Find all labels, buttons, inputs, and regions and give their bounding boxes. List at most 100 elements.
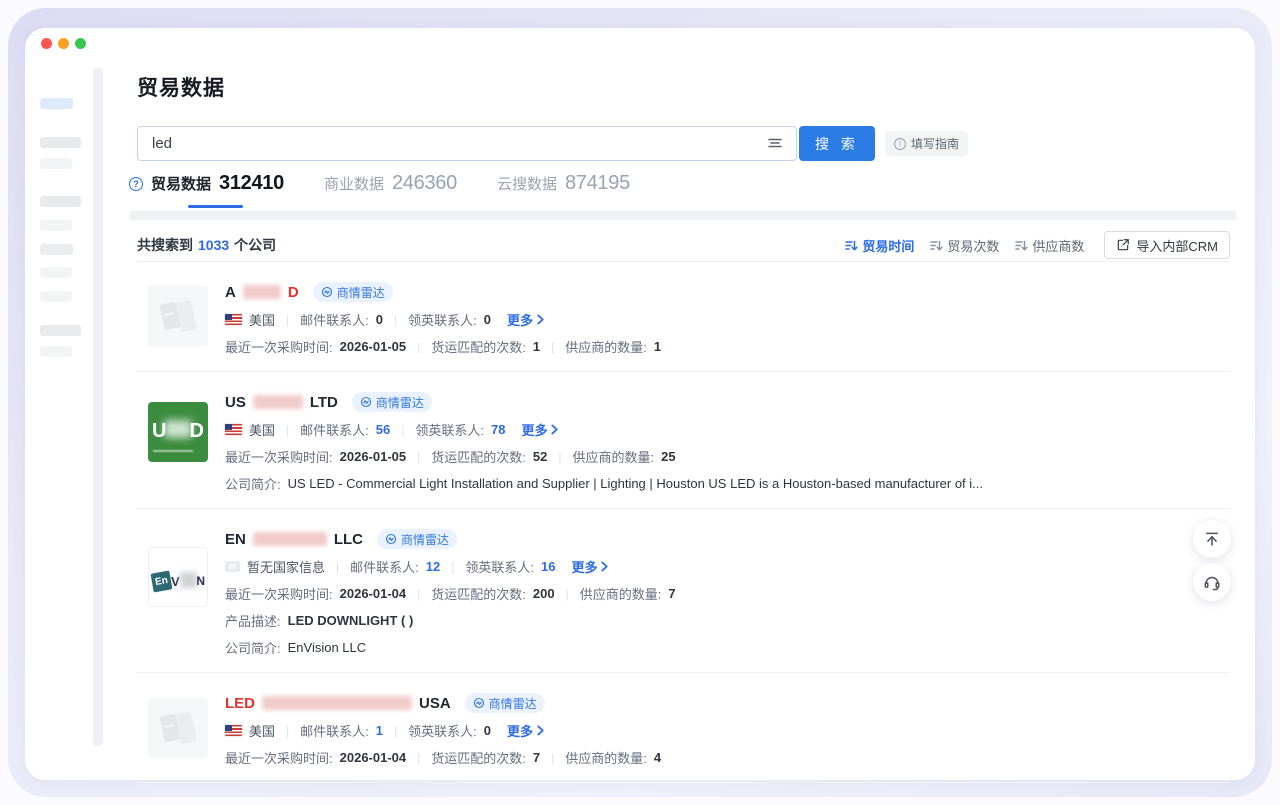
import-crm-button[interactable]: 导入内部CRM [1104,231,1230,259]
divider: | [451,560,454,574]
company-card[interactable]: A D 商情雷达 美国 | 邮件联系人: 0 | 领英联系人: 0 [137,262,1230,372]
us-flag-icon [225,314,242,325]
company-card[interactable]: LED USA 商情雷达 美国 | 邮件联系人: 1 | 领英联系人: [137,673,1230,783]
maximize-window-icon[interactable] [75,38,86,49]
company-card[interactable]: UD US LTD 商情雷达 美国 | 邮件联系人: [137,372,1230,509]
help-icon[interactable]: ? [129,177,143,191]
linkedin-contacts-count[interactable]: 0 [484,723,491,738]
linkedin-contacts-count[interactable]: 0 [484,312,491,327]
company-logo[interactable]: EnVN [148,547,208,607]
company-logo[interactable] [148,286,208,346]
supplier-count-label: 供应商的数量: [565,748,647,767]
back-to-top-button[interactable] [1193,520,1231,558]
sort-trade-time[interactable]: 贸易时间 [845,236,914,255]
sidebar-placeholder-bar[interactable] [40,137,81,148]
company-intro-label: 公司简介: [225,638,281,657]
sidebar-placeholder-bar[interactable] [40,244,73,255]
divider: | [551,340,554,354]
no-flag-icon [225,561,240,572]
linkedin-contacts-count[interactable]: 16 [541,559,555,574]
fill-guide-link[interactable]: i 填写指南 [885,131,968,156]
company-country: 美国 [225,310,275,329]
sidebar-placeholder-bar[interactable] [40,220,72,231]
page-title: 贸易数据 [137,72,225,102]
company-name-suffix[interactable]: LTD [310,394,338,411]
tab-cloud-search-data[interactable]: 云搜数据 874195 [497,172,630,195]
divider: | [558,450,561,464]
tab-trade-data[interactable]: ? 贸易数据 312410 [129,172,284,195]
linkedin-contacts-label: 领英联系人: [415,420,484,439]
freight-match-label: 货运匹配的次数: [431,447,526,466]
supplier-count-label: 供应商的数量: [572,447,654,466]
company-intro-value: EnVision LLC [288,640,367,655]
divider: | [417,450,420,464]
radar-icon [385,533,397,545]
company-name-suffix[interactable]: D [288,284,299,301]
sort-supplier-count[interactable]: 供应商数 [1015,236,1084,255]
divider: | [286,423,289,437]
last-purchase-value: 2026-01-04 [340,750,407,765]
sidebar-placeholder-bar[interactable] [40,291,72,302]
company-logo[interactable]: UD [148,402,208,462]
radar-badge-label: 商情雷达 [401,531,449,548]
more-link[interactable]: 更多 [521,420,559,439]
fill-guide-label: 填写指南 [911,135,959,152]
supplier-count-value: 4 [654,750,661,765]
more-link[interactable]: 更多 [571,557,609,576]
radar-badge[interactable]: 商情雷达 [465,693,545,713]
freight-match-label: 货运匹配的次数: [431,337,526,356]
radar-badge[interactable]: 商情雷达 [313,282,393,302]
company-card[interactable]: EnVN EN LLC 商情雷达 暂无国家信息 | 邮件联系人: [137,509,1230,673]
company-name-suffix[interactable]: LLC [334,531,363,548]
supplier-count-label: 供应商的数量: [580,584,662,603]
sort-label: 供应商数 [1032,236,1084,255]
email-contacts-label: 邮件联系人: [300,420,369,439]
sidebar-placeholder-bar[interactable] [40,325,81,336]
tab-count: 874195 [565,172,630,195]
import-crm-label: 导入内部CRM [1136,236,1218,255]
minimize-window-icon[interactable] [58,38,69,49]
sidebar-placeholder-bar[interactable] [40,346,72,357]
chevron-right-icon [536,314,545,325]
company-name[interactable]: LED [225,695,255,712]
company-name[interactable]: EN [225,531,246,548]
more-link[interactable]: 更多 [507,310,545,329]
sidebar-placeholder-bar[interactable] [40,158,72,169]
filter-icon[interactable] [767,135,783,151]
freight-match-value: 200 [533,586,555,601]
radar-badge[interactable]: 商情雷达 [352,392,432,412]
radar-badge[interactable]: 商情雷达 [377,529,457,549]
email-contacts-count[interactable]: 12 [426,559,440,574]
linkedin-contacts-count[interactable]: 78 [491,422,505,437]
company-list: A D 商情雷达 美国 | 邮件联系人: 0 | 领英联系人: 0 [137,261,1230,783]
tab-count: 246360 [392,172,457,195]
freight-match-label: 货运匹配的次数: [431,748,526,767]
more-label: 更多 [571,557,597,576]
divider: | [566,587,569,601]
company-logo[interactable] [148,698,208,758]
company-country: 美国 [225,420,275,439]
email-contacts-count[interactable]: 1 [376,723,383,738]
email-contacts-count[interactable]: 56 [376,422,390,437]
search-button[interactable]: 搜 索 [799,126,875,161]
sidebar-placeholder-bar[interactable] [40,98,73,109]
company-name[interactable]: US [225,394,246,411]
search-input[interactable] [137,126,797,161]
customer-service-button[interactable] [1193,563,1231,601]
more-label: 更多 [507,721,533,740]
company-name[interactable]: A [225,284,236,301]
company-name-suffix[interactable]: USA [419,695,451,712]
sidebar-placeholder-bar[interactable] [40,267,72,278]
last-purchase-label: 最近一次采购时间: [225,337,333,356]
sort-trade-count[interactable]: 贸易次数 [930,236,999,255]
last-purchase-label: 最近一次采购时间: [225,584,333,603]
sidebar-placeholder-bar[interactable] [40,196,81,207]
email-contacts-count[interactable]: 0 [376,312,383,327]
email-contacts-label: 邮件联系人: [350,557,419,576]
more-link[interactable]: 更多 [507,721,545,740]
tab-label: 贸易数据 [151,173,211,194]
tab-business-data[interactable]: 商业数据 246360 [324,172,457,195]
close-window-icon[interactable] [41,38,52,49]
divider: | [336,560,339,574]
window-controls [41,38,86,49]
